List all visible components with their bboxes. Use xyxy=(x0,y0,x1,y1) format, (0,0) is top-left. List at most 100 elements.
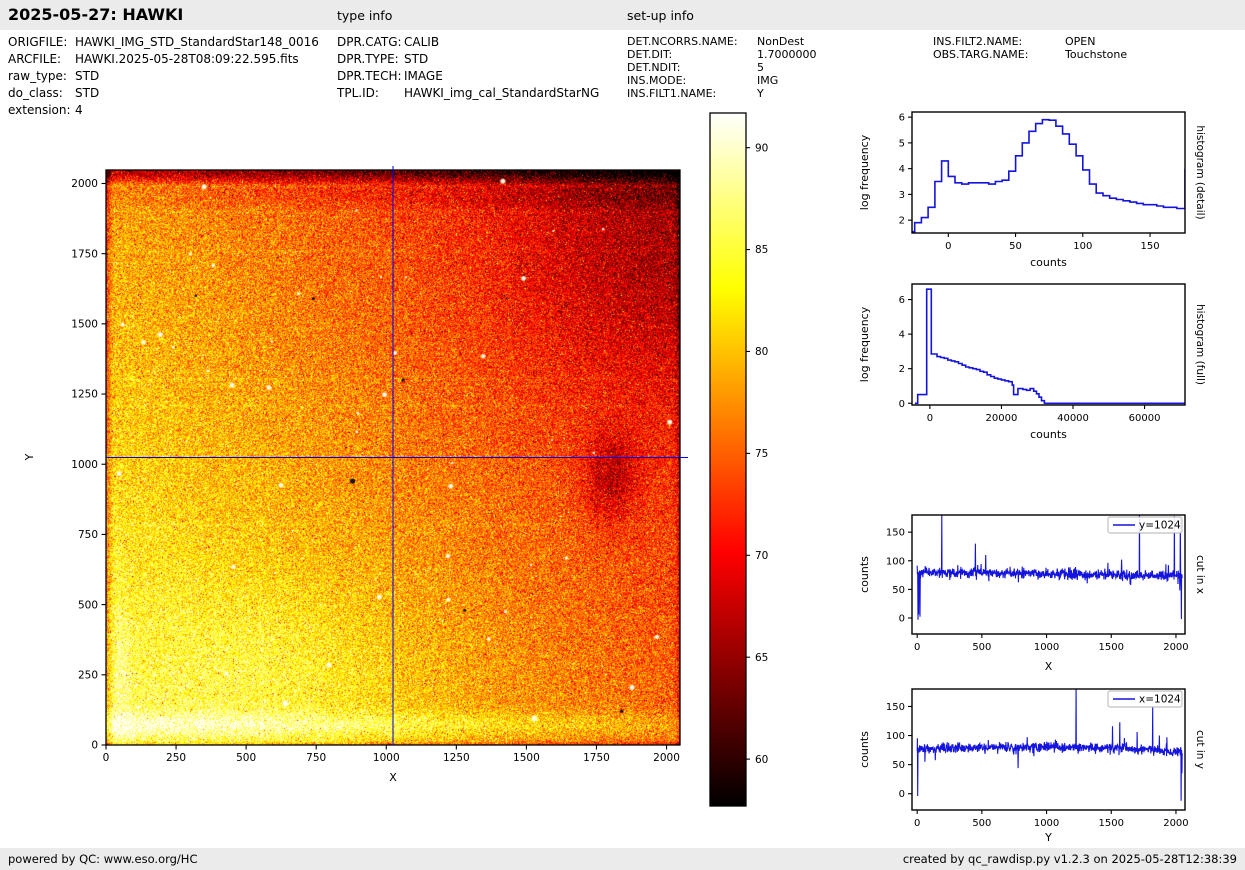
y-axis-label: log frequency xyxy=(858,134,871,210)
info-row: DPR.TECH:IMAGE xyxy=(337,68,599,85)
histogram-detail-plot: 05010015023456countslog frequencyhistogr… xyxy=(840,95,1245,271)
plot-bg xyxy=(912,112,1185,233)
info-value: IMG xyxy=(757,74,778,87)
side-label: histogram (full) xyxy=(1194,304,1206,385)
qc-report-page: 2025-05-27: HAWKI type info set-up info … xyxy=(0,0,1245,870)
x-tick-label: 50 xyxy=(1009,241,1022,252)
info-value: HAWKI.2025-05-28T08:09:22.595.fits xyxy=(75,51,299,68)
y-tick-label: 1250 xyxy=(71,389,98,401)
info-row: DPR.CATG:CALIB xyxy=(337,34,599,51)
info-row: OBS.TARG.NAME:Touchstone xyxy=(933,48,1127,61)
info-row: DET.NDIT:5 xyxy=(627,61,817,74)
side-label: cut in x xyxy=(1194,555,1206,594)
info-value: CALIB xyxy=(404,34,439,51)
y-tick-label: 2 xyxy=(899,364,905,375)
info-value: IMAGE xyxy=(404,68,443,85)
histogram-full-plot: 02000040000600000246countslog frequencyh… xyxy=(840,267,1245,443)
x-tick-label: 500 xyxy=(972,642,991,653)
info-label: ARCFILE: xyxy=(8,51,75,68)
info-row: ORIGFILE:HAWKI_IMG_STD_StandardStar148_0… xyxy=(8,34,319,51)
info-label: INS.FILT2.NAME: xyxy=(933,35,1065,48)
y-axis-label: Y xyxy=(23,453,36,461)
info-label: INS.FILT1.NAME: xyxy=(627,87,757,100)
x-axis-label: counts xyxy=(1030,428,1067,441)
info-value: 1.7000000 xyxy=(757,48,817,61)
y-tick-label: 0 xyxy=(91,740,98,752)
x-tick-label: 1000 xyxy=(1034,818,1059,829)
x-tick-label: 2000 xyxy=(653,752,680,764)
x-tick-label: 2000 xyxy=(1163,818,1188,829)
colorbar-tick-label: 85 xyxy=(755,244,768,256)
y-tick-label: 750 xyxy=(78,529,98,541)
y-tick-label: 6 xyxy=(899,113,905,124)
info-row: INS.FILT2.NAME:OPEN xyxy=(933,35,1127,48)
info-label: ORIGFILE: xyxy=(8,34,75,51)
y-tick-label: 250 xyxy=(78,669,98,681)
x-tick-label: 60000 xyxy=(1129,413,1161,424)
info-value: HAWKI_IMG_STD_StandardStar148_0016 xyxy=(75,34,319,51)
y-tick-label: 100 xyxy=(886,731,905,742)
x-tick-label: 500 xyxy=(972,818,991,829)
side-label: histogram (detail) xyxy=(1194,125,1206,219)
colorbar-tick-label: 75 xyxy=(755,448,768,460)
y-tick-label: 100 xyxy=(886,556,905,567)
x-tick-label: 500 xyxy=(236,752,256,764)
info-row: INS.FILT1.NAME:Y xyxy=(627,87,817,100)
y-tick-label: 50 xyxy=(892,760,905,771)
info-row: DET.DIT:1.7000000 xyxy=(627,48,817,61)
x-tick-label: 0 xyxy=(103,752,110,764)
type-info-block: DPR.CATG:CALIBDPR.TYPE:STDDPR.TECH:IMAGE… xyxy=(337,34,599,102)
x-tick-label: 1500 xyxy=(1099,642,1124,653)
type-info-heading: type info xyxy=(337,0,392,31)
x-tick-label: 0 xyxy=(914,642,920,653)
y-tick-label: 3 xyxy=(899,190,905,201)
info-row: DET.NCORRS.NAME:NonDest xyxy=(627,35,817,48)
x-tick-label: 1750 xyxy=(583,752,610,764)
side-label: cut in y xyxy=(1194,730,1206,769)
legend-label: x=1024 xyxy=(1139,694,1181,706)
y-tick-label: 6 xyxy=(899,295,905,306)
info-value: STD xyxy=(404,51,428,68)
x-axis-label: X xyxy=(389,771,397,784)
x-axis-label: Y xyxy=(1044,831,1052,844)
info-label: DPR.TECH: xyxy=(337,68,404,85)
colorbar-tick-label: 60 xyxy=(755,754,768,766)
x-tick-label: 0 xyxy=(945,241,951,252)
info-row: raw_type:STD xyxy=(8,68,319,85)
y-tick-label: 0 xyxy=(899,613,905,624)
colorbar-tick-label: 65 xyxy=(755,652,768,664)
info-row: ARCFILE:HAWKI.2025-05-28T08:09:22.595.fi… xyxy=(8,51,319,68)
info-label: DET.DIT: xyxy=(627,48,757,61)
y-tick-label: 1000 xyxy=(71,459,98,471)
x-tick-label: 250 xyxy=(166,752,186,764)
y-tick-label: 4 xyxy=(899,164,905,175)
cut-in-y-plot: 0500100015002000050100150Ycountscut in y… xyxy=(840,669,1245,847)
y-tick-label: 150 xyxy=(886,702,905,713)
y-tick-label: 1500 xyxy=(71,319,98,331)
y-axis-label: counts xyxy=(858,556,871,593)
x-tick-label: 20000 xyxy=(986,413,1018,424)
info-row: DPR.TYPE:STD xyxy=(337,51,599,68)
x-tick-label: 1000 xyxy=(373,752,400,764)
x-tick-label: 1000 xyxy=(1034,642,1059,653)
y-tick-label: 1750 xyxy=(71,248,98,260)
y-tick-label: 50 xyxy=(892,585,905,596)
x-tick-label: 40000 xyxy=(1057,413,1089,424)
info-label: OBS.TARG.NAME: xyxy=(933,48,1065,61)
info-value: OPEN xyxy=(1065,35,1095,48)
y-tick-label: 0 xyxy=(899,789,905,800)
y-axis-label: log frequency xyxy=(858,306,871,382)
info-value: Y xyxy=(757,87,764,100)
x-tick-label: 750 xyxy=(306,752,326,764)
colorbar-tick-label: 90 xyxy=(755,142,768,154)
x-tick-label: 0 xyxy=(914,818,920,829)
info-value: STD xyxy=(75,68,99,85)
colorbar-tick-label: 80 xyxy=(755,346,768,358)
setup-info-block-1: DET.NCORRS.NAME:NonDestDET.DIT:1.7000000… xyxy=(627,35,817,100)
y-tick-label: 5 xyxy=(899,138,905,149)
info-label: raw_type: xyxy=(8,68,75,85)
y-tick-label: 150 xyxy=(886,528,905,539)
x-tick-label: 100 xyxy=(1073,241,1092,252)
x-tick-label: 150 xyxy=(1140,241,1159,252)
footer-right: created by qc_rawdisp.py v1.2.3 on 2025-… xyxy=(903,848,1237,870)
